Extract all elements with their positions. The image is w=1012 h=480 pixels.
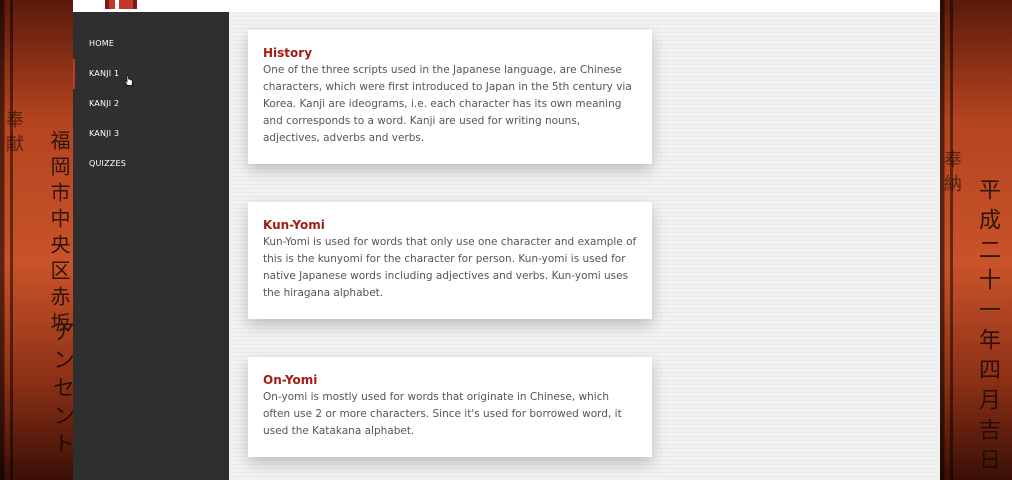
main-content: History One of the three scripts used in…	[229, 12, 940, 480]
kun-yomi-card: Kun-Yomi Kun-Yomi is used for words that…	[248, 202, 652, 319]
torii-logo-icon[interactable]	[105, 0, 137, 9]
background-kanji: 奉納	[941, 150, 962, 198]
history-card: History One of the three scripts used in…	[248, 30, 652, 164]
nav-item-kanji-1[interactable]: KANJI 1	[73, 59, 229, 89]
card-title: History	[263, 46, 313, 60]
hand-pointer-icon	[124, 75, 133, 86]
background-kanji: アンセント	[49, 320, 73, 460]
sidebar-nav: HOME KANJI 1 KANJI 2 KANJI 3 QUIZZES	[73, 12, 229, 480]
background-kanji: 福岡市中央区赤坂	[47, 130, 71, 338]
card-body: Kun-Yomi is used for words that only use…	[263, 236, 637, 299]
background-image-right: 奉納 平成二十一年四月吉日	[940, 0, 1012, 480]
card-body: One of the three scripts used in the Jap…	[263, 64, 632, 144]
card-title: Kun-Yomi	[263, 218, 325, 232]
nav-item-home[interactable]: HOME	[73, 29, 229, 59]
background-image-left: 奉献 福岡市中央区赤坂 アンセント	[0, 0, 73, 480]
card-title: On-Yomi	[263, 373, 318, 387]
background-kanji: 平成二十一年四月吉日	[975, 178, 1000, 478]
nav-item-quizzes[interactable]: QUIZZES	[73, 149, 229, 179]
card-body: On-yomi is mostly used for words that or…	[263, 391, 622, 437]
nav-item-kanji-3[interactable]: KANJI 3	[73, 119, 229, 149]
nav-item-kanji-2[interactable]: KANJI 2	[73, 89, 229, 119]
background-kanji: 奉献	[3, 110, 24, 158]
on-yomi-card: On-Yomi On-yomi is mostly used for words…	[248, 357, 652, 457]
